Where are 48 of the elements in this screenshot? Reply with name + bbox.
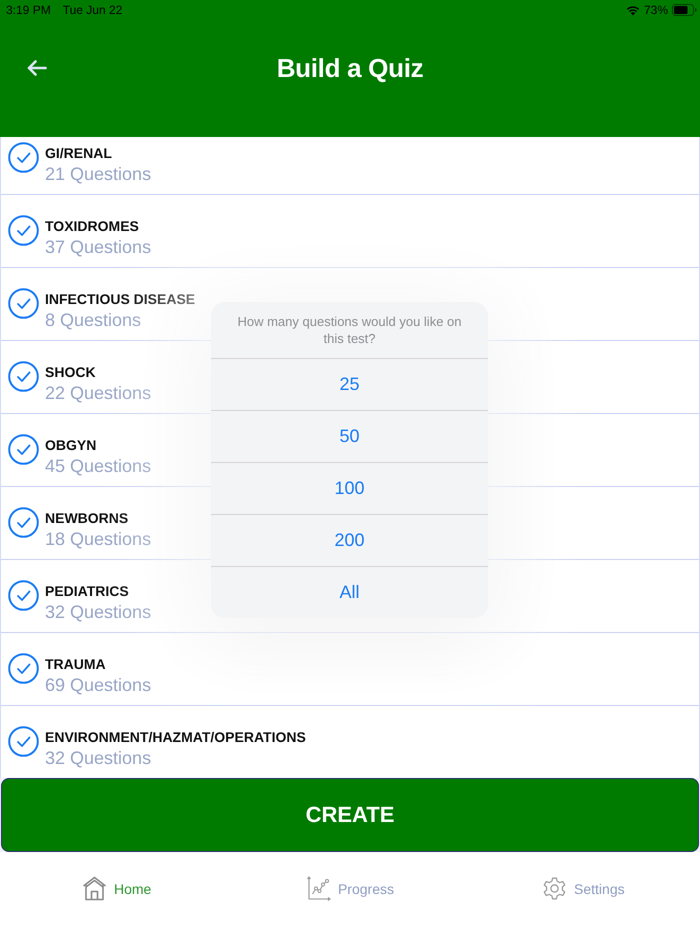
checked-circle-icon[interactable] xyxy=(8,215,39,246)
question-count: 37 Questions xyxy=(45,236,152,259)
option-button[interactable]: 100 xyxy=(211,462,488,514)
category-name: TRAUMA xyxy=(45,655,107,674)
line-chart-icon xyxy=(306,876,331,901)
option-button[interactable]: All xyxy=(211,566,488,618)
category-name: NEWBORNS xyxy=(45,509,130,528)
question-count: 45 Questions xyxy=(45,455,152,478)
checked-circle-icon[interactable] xyxy=(8,361,39,392)
option-button[interactable]: 50 xyxy=(211,410,488,462)
option-button[interactable]: 200 xyxy=(211,514,488,566)
checked-circle-icon[interactable] xyxy=(8,580,39,611)
checked-circle-icon[interactable] xyxy=(8,288,39,319)
category-name: SHOCK xyxy=(45,363,97,382)
checked-circle-icon[interactable] xyxy=(8,653,39,684)
checked-circle-icon[interactable] xyxy=(8,142,39,173)
create-button[interactable]: CREATE xyxy=(1,778,699,852)
battery-percent: 73% xyxy=(644,3,668,17)
category-name: ENVIRONMENT/HAZMAT/OPERATIONS xyxy=(45,728,306,747)
tab-bar-item[interactable]: Progress xyxy=(306,876,394,901)
question-count: 18 Questions xyxy=(45,528,152,551)
wifi-icon xyxy=(626,4,640,16)
question-count: 8 Questions xyxy=(45,309,142,332)
question-count: 69 Questions xyxy=(45,674,152,697)
settings-icon xyxy=(542,876,568,901)
checked-circle-icon[interactable] xyxy=(8,726,39,757)
category-name: GI/RENAL xyxy=(45,144,113,163)
checked-circle-icon[interactable] xyxy=(8,434,39,465)
status-date: Tue Jun 22 xyxy=(62,3,122,17)
question-count: 32 Questions xyxy=(45,601,152,624)
battery-icon xyxy=(672,4,697,16)
checked-circle-icon[interactable] xyxy=(8,507,39,538)
question-count: 21 Questions xyxy=(45,163,152,186)
category-name: OBGYN xyxy=(45,436,98,455)
tab-bar-item[interactable]: Settings xyxy=(542,876,625,901)
category-name: TOXIDROMES xyxy=(45,217,140,236)
status-time: 3:19 PM xyxy=(6,3,51,17)
screen-title: Build a Quiz xyxy=(276,52,424,84)
back-button[interactable] xyxy=(25,58,49,78)
dialog-message: How many questions would you like on this test? xyxy=(236,313,462,348)
question-count: 22 Questions xyxy=(45,382,152,405)
back-arrow-icon xyxy=(27,60,47,76)
tab-bar-item[interactable]: Home xyxy=(82,876,152,901)
option-button[interactable]: 25 xyxy=(211,358,488,410)
category-name: INFECTIOUS DISEASE xyxy=(45,290,196,309)
house-icon xyxy=(82,876,107,901)
category-name: PEDIATRICS xyxy=(45,582,130,601)
question-count: 32 Questions xyxy=(45,747,152,770)
